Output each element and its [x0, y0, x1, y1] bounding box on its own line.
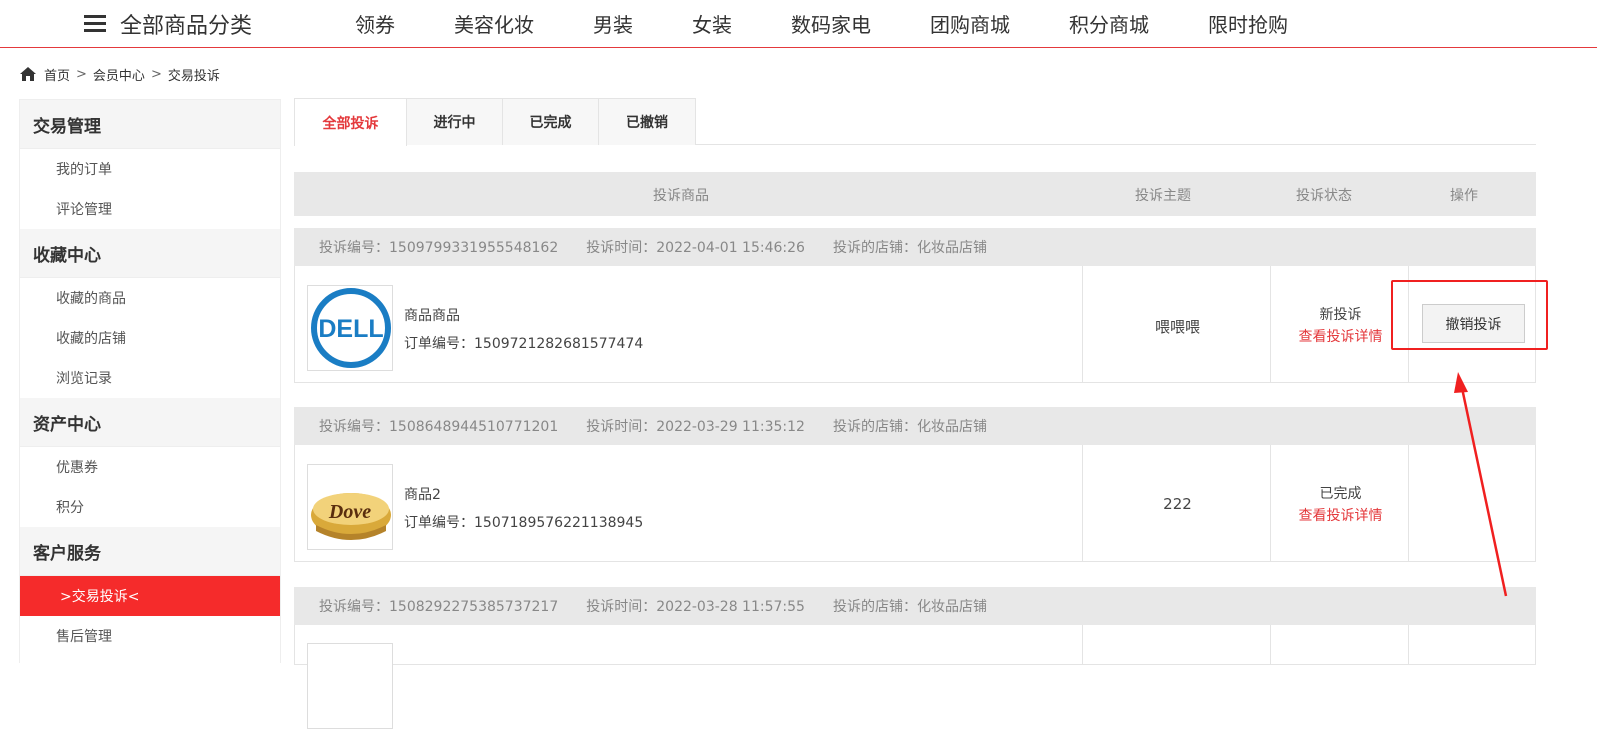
- complaint-time-label: 投诉时间：: [586, 599, 657, 615]
- breadcrumb-current: 交易投诉: [167, 68, 220, 84]
- dell-logo: DELL: [311, 288, 391, 368]
- product-thumbnail[interactable]: DELL: [307, 285, 393, 371]
- complaint-row: Dove 商品2 订单编号：1507189576221138945 222 已完…: [294, 445, 1536, 562]
- product-thumbnail[interactable]: [307, 643, 393, 729]
- nav-item-electronics[interactable]: 数码家电: [791, 9, 871, 38]
- svg-text:DELL: DELL: [318, 315, 383, 343]
- sidebar-group-assets: 资产中心: [20, 398, 280, 447]
- tab-all-complaints[interactable]: 全部投诉: [294, 98, 407, 146]
- breadcrumb-member-center[interactable]: 会员中心: [93, 65, 145, 84]
- complaint-no-label: 投诉编号：: [319, 240, 389, 256]
- store-label: 投诉的店铺：: [832, 599, 917, 615]
- menu-icon: [84, 15, 106, 33]
- complaint-item: 投诉编号：1508648944510771201 投诉时间：2022-03-29…: [294, 407, 1536, 562]
- complaint-tabs: 全部投诉 进行中 已完成 已撤销: [294, 98, 1536, 146]
- sidebar-item-after-sales[interactable]: 售后管理: [20, 616, 280, 656]
- product-name[interactable]: 商品2: [404, 484, 441, 504]
- sidebar: 交易管理 我的订单 评论管理 收藏中心 收藏的商品 收藏的店铺 浏览记录 资产中…: [19, 99, 281, 663]
- sidebar-item-reviews[interactable]: 评论管理: [20, 189, 280, 229]
- complaint-no: 1508292275385737217: [389, 599, 559, 615]
- header-product: 投诉商品: [653, 188, 709, 204]
- complaint-subject: 222: [1163, 495, 1192, 513]
- store-label: 投诉的店铺：: [832, 419, 917, 435]
- header-action: 操作: [1450, 188, 1478, 204]
- complaint-meta: 投诉编号：1508648944510771201 投诉时间：2022-03-29…: [294, 407, 1536, 445]
- complaint-time: 2022-03-28 11:57:55: [656, 599, 805, 615]
- header-status: 投诉状态: [1296, 188, 1352, 204]
- sidebar-item-points[interactable]: 积分: [20, 487, 280, 527]
- tab-revoked[interactable]: 已撤销: [598, 98, 696, 145]
- sidebar-item-coupons[interactable]: 优惠券: [20, 447, 280, 487]
- complaint-time: 2022-03-29 11:35:12: [656, 419, 805, 435]
- complaint-no: 1508648944510771201: [389, 419, 559, 435]
- nav-item-womenswear[interactable]: 女装: [692, 9, 732, 38]
- sidebar-item-my-orders[interactable]: 我的订单: [20, 149, 280, 189]
- annotation-highlight-box: [1391, 280, 1548, 350]
- store-name[interactable]: 化妆品店铺: [917, 419, 987, 435]
- breadcrumb-separator: >: [76, 66, 87, 82]
- sidebar-group-trade: 交易管理: [20, 100, 280, 149]
- breadcrumb-home[interactable]: 首页: [44, 65, 70, 84]
- nav-item-beauty[interactable]: 美容化妆: [454, 9, 534, 38]
- complaint-meta: 投诉编号：1509799331955548162 投诉时间：2022-04-01…: [294, 228, 1536, 266]
- order-number: 订单编号：1507189576221138945: [404, 515, 644, 531]
- store-label: 投诉的店铺：: [832, 240, 917, 256]
- complaint-row: DELL 商品商品 订单编号：1509721282681577474 喂喂喂 新…: [294, 266, 1536, 383]
- product-thumbnail[interactable]: Dove: [307, 464, 393, 550]
- store-name[interactable]: 化妆品店铺: [917, 599, 987, 615]
- top-nav: 全部商品分类 领券 美容化妆 男装 女装 数码家电 团购商城 积分商城 限时抢购: [0, 0, 1597, 48]
- product-name[interactable]: 商品商品: [404, 305, 460, 325]
- complaint-item: 投诉编号：1509799331955548162 投诉时间：2022-04-01…: [294, 228, 1536, 383]
- sidebar-group-service: 客户服务: [20, 527, 280, 576]
- nav-items: 领券 美容化妆 男装 女装 数码家电 团购商城 积分商城 限时抢购: [355, 0, 1347, 46]
- tab-in-progress[interactable]: 进行中: [406, 98, 503, 145]
- breadcrumb-separator: >: [150, 66, 162, 82]
- complaint-time-label: 投诉时间：: [586, 419, 657, 435]
- table-header: 投诉商品 投诉主题 投诉状态 操作: [294, 172, 1536, 216]
- complaint-meta: 投诉编号：1508292275385737217 投诉时间：2022-03-28…: [294, 587, 1536, 625]
- nav-item-points-mall[interactable]: 积分商城: [1069, 9, 1149, 38]
- home-icon: [20, 67, 36, 81]
- all-categories-label: 全部商品分类: [120, 14, 253, 39]
- nav-item-groupbuy[interactable]: 团购商城: [930, 9, 1010, 38]
- nav-item-menswear[interactable]: 男装: [593, 9, 633, 38]
- store-name[interactable]: 化妆品店铺: [917, 240, 987, 256]
- complaint-no: 1509799331955548162: [389, 240, 559, 256]
- svg-text:Dove: Dove: [328, 501, 371, 523]
- status-text: 新投诉: [1319, 307, 1362, 323]
- complaint-subject: 喂喂喂: [1154, 318, 1200, 336]
- status-text: 已完成: [1319, 486, 1362, 502]
- breadcrumb: 首页 > 会员中心 > 交易投诉: [20, 64, 220, 84]
- view-detail-link[interactable]: 查看投诉详情: [1272, 326, 1409, 348]
- complaint-item: 投诉编号：1508292275385737217 投诉时间：2022-03-28…: [294, 587, 1536, 729]
- order-number: 订单编号：1509721282681577474: [404, 336, 644, 352]
- view-detail-link[interactable]: 查看投诉详情: [1272, 505, 1409, 527]
- sidebar-group-favorites: 收藏中心: [20, 229, 280, 278]
- sidebar-item-fav-products[interactable]: 收藏的商品: [20, 278, 280, 318]
- sidebar-item-fav-stores[interactable]: 收藏的店铺: [20, 318, 280, 358]
- all-categories-button[interactable]: 全部商品分类: [84, 8, 252, 40]
- complaint-status: 已完成 查看投诉详情: [1272, 483, 1409, 527]
- complaint-no-label: 投诉编号：: [319, 599, 389, 615]
- dove-product-image: Dove: [308, 465, 392, 549]
- tab-completed[interactable]: 已完成: [502, 98, 599, 145]
- nav-item-coupons[interactable]: 领券: [355, 9, 395, 38]
- sidebar-item-history[interactable]: 浏览记录: [20, 358, 280, 398]
- complaint-no-label: 投诉编号：: [319, 419, 389, 435]
- complaint-row: [294, 625, 1536, 729]
- header-subject: 投诉主题: [1135, 188, 1191, 204]
- nav-item-flash-sale[interactable]: 限时抢购: [1208, 9, 1288, 38]
- complaint-time: 2022-04-01 15:46:26: [656, 240, 805, 256]
- sidebar-item-complaints[interactable]: >交易投诉<: [20, 576, 280, 616]
- complaint-time-label: 投诉时间：: [586, 240, 657, 256]
- complaint-status: 新投诉 查看投诉详情: [1272, 304, 1409, 348]
